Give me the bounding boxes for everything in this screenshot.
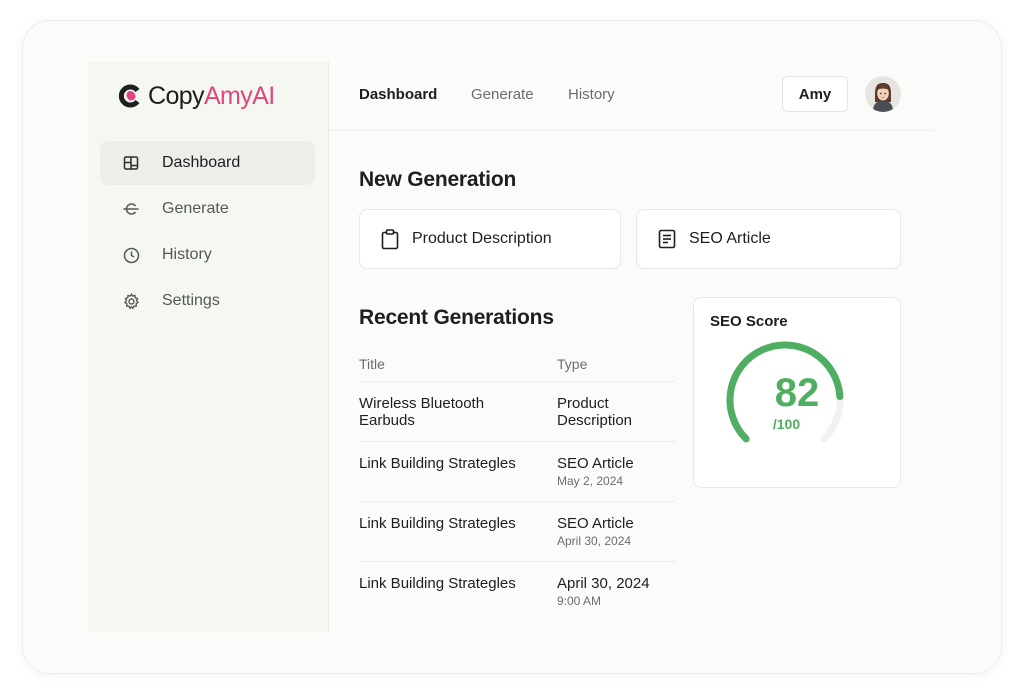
header-divider [329, 130, 934, 131]
row-title: Link Building Strategles [359, 515, 516, 532]
row-type-label: SEO Article [557, 515, 634, 532]
table-row[interactable]: Link Building Strategles SEO Article May… [359, 455, 675, 513]
sidebar-item-settings[interactable]: Settings [100, 279, 315, 323]
sidebar-item-history[interactable]: History [100, 233, 315, 277]
seo-score-value: 82 [774, 371, 820, 415]
row-type: April 30, 2024 9:00 AM [557, 575, 675, 609]
sidebar-item-generate[interactable]: Generate [100, 187, 315, 231]
gear-icon [122, 292, 140, 310]
generate-icon [122, 200, 140, 218]
table-row[interactable]: Link Building Strategles April 30, 2024 … [359, 575, 675, 633]
brand-logo[interactable]: CopyAmyAI [116, 80, 275, 112]
row-type-label: Product Description [557, 395, 633, 429]
column-header-type: Type [557, 356, 588, 372]
option-label: Product Description [412, 230, 552, 247]
logo-icon [116, 82, 144, 110]
clipboard-icon [380, 228, 400, 250]
user-menu-button[interactable]: Amy [782, 76, 848, 112]
document-icon [657, 228, 677, 250]
tab-history[interactable]: History [568, 86, 615, 103]
avatar[interactable] [865, 76, 901, 112]
sidebar-item-dashboard[interactable]: Dashboard [100, 141, 315, 185]
row-date: April 30, 2024 [557, 534, 632, 548]
sidebar-item-label: Generate [162, 200, 229, 217]
recent-generations-title: Recent Generations [359, 306, 554, 329]
tab-generate[interactable]: Generate [471, 86, 534, 103]
row-title: Link Building Strategles [359, 575, 516, 592]
seo-score-max: /100 [772, 416, 801, 432]
dashboard-icon [122, 154, 140, 172]
row-type-label: SEO Article [557, 455, 634, 472]
clock-icon [122, 246, 140, 264]
option-label: SEO Article [689, 230, 771, 247]
new-generation-title: New Generation [359, 168, 517, 191]
sidebar-item-label: Settings [162, 292, 220, 309]
row-divider [359, 381, 675, 382]
seo-score-card: SEO Score 82 /100 [693, 297, 901, 488]
row-type: SEO Article April 30, 2024 [557, 515, 675, 549]
row-divider [359, 501, 675, 502]
row-type-label: April 30, 2024 [557, 575, 650, 592]
brand-name: CopyAmyAI [148, 81, 275, 110]
product-description-button[interactable]: Product Description [359, 209, 621, 269]
sidebar-item-label: History [162, 246, 212, 263]
table-row[interactable]: Wireless Bluetooth Earbuds Product Descr… [359, 395, 675, 453]
row-type: Product Description [557, 395, 675, 429]
row-title: Link Building Strategles [359, 455, 516, 472]
tab-dashboard[interactable]: Dashboard [359, 86, 437, 103]
row-divider [359, 561, 675, 562]
row-divider [359, 441, 675, 442]
seo-article-button[interactable]: SEO Article [636, 209, 901, 269]
row-date: May 2, 2024 [557, 474, 624, 488]
row-type: SEO Article May 2, 2024 [557, 455, 675, 489]
column-header-title: Title [359, 356, 385, 372]
table-row[interactable]: Link Building Strategles SEO Article Apr… [359, 515, 675, 573]
sidebar-item-label: Dashboard [162, 154, 241, 171]
row-title: Wireless Bluetooth Earbuds [359, 395, 485, 429]
seo-score-title: SEO Score [710, 313, 788, 330]
row-time: 9:00 AM [557, 594, 602, 608]
